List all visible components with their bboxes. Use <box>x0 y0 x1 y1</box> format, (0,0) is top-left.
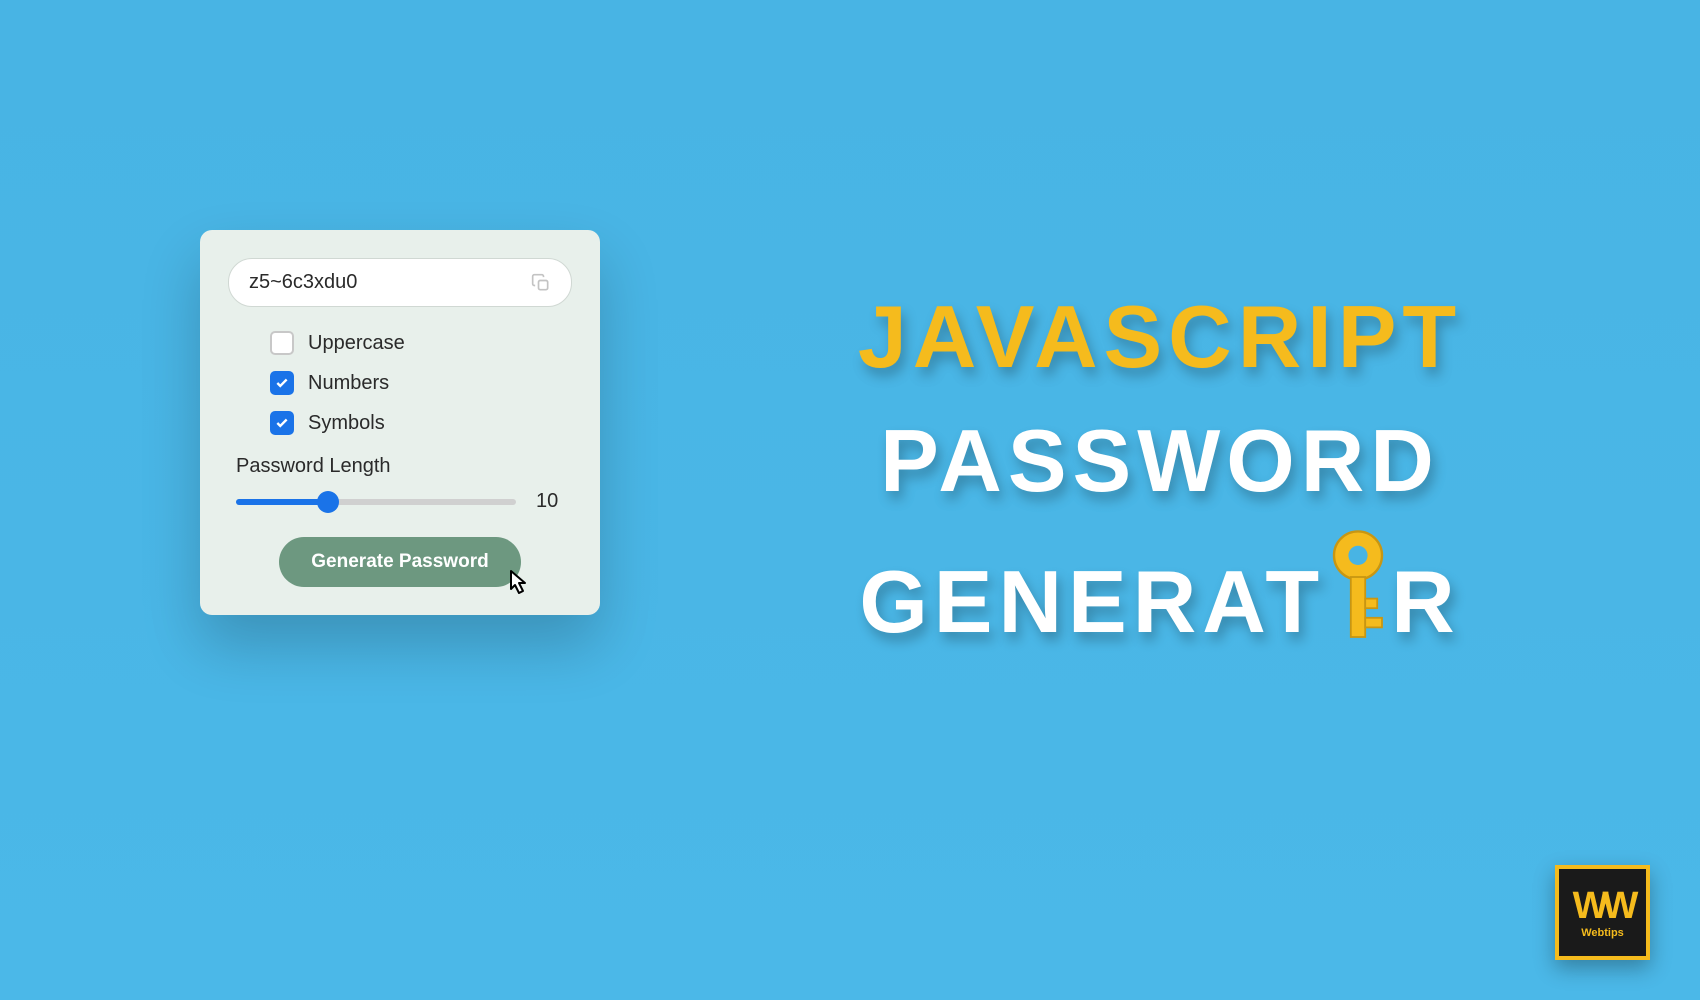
title-line-1: JAVASCRIPT <box>720 280 1600 394</box>
length-value: 10 <box>536 490 564 513</box>
options-group: Uppercase Numbers Symbols <box>228 331 572 435</box>
cursor-pointer-icon <box>499 563 539 603</box>
slider-row: 10 <box>236 490 564 513</box>
numbers-checkbox[interactable] <box>270 371 294 395</box>
title-line-3-part1: GENERAT <box>859 545 1325 659</box>
uppercase-option: Uppercase <box>270 331 572 355</box>
title-line-3: GENERAT R <box>720 529 1600 676</box>
logo-text: Webtips <box>1581 927 1624 939</box>
length-slider[interactable] <box>236 499 516 505</box>
symbols-label: Symbols <box>308 412 385 435</box>
slider-thumb[interactable] <box>317 491 339 513</box>
generate-button-label: Generate Password <box>311 551 488 572</box>
key-icon <box>1319 529 1397 676</box>
password-generator-card: z5~6c3xdu0 Uppercase Numbers <box>200 230 600 615</box>
length-label: Password Length <box>236 455 564 478</box>
copy-icon[interactable] <box>531 273 551 293</box>
uppercase-checkbox[interactable] <box>270 331 294 355</box>
title-line-3-part2: R <box>1391 545 1461 659</box>
symbols-checkbox[interactable] <box>270 411 294 435</box>
symbols-option: Symbols <box>270 411 572 435</box>
logo-mark: WW <box>1573 887 1633 925</box>
numbers-option: Numbers <box>270 371 572 395</box>
password-output-field: z5~6c3xdu0 <box>228 258 572 307</box>
length-section: Password Length 10 <box>228 455 572 513</box>
generate-button[interactable]: Generate Password <box>279 537 520 587</box>
hero-title: JAVASCRIPT PASSWORD GENERAT R <box>720 280 1600 686</box>
password-value: z5~6c3xdu0 <box>249 271 531 294</box>
numbers-label: Numbers <box>308 372 389 395</box>
uppercase-label: Uppercase <box>308 332 405 355</box>
webtips-logo: WW Webtips <box>1555 865 1650 960</box>
title-line-2: PASSWORD <box>720 404 1600 518</box>
slider-fill <box>236 499 328 505</box>
